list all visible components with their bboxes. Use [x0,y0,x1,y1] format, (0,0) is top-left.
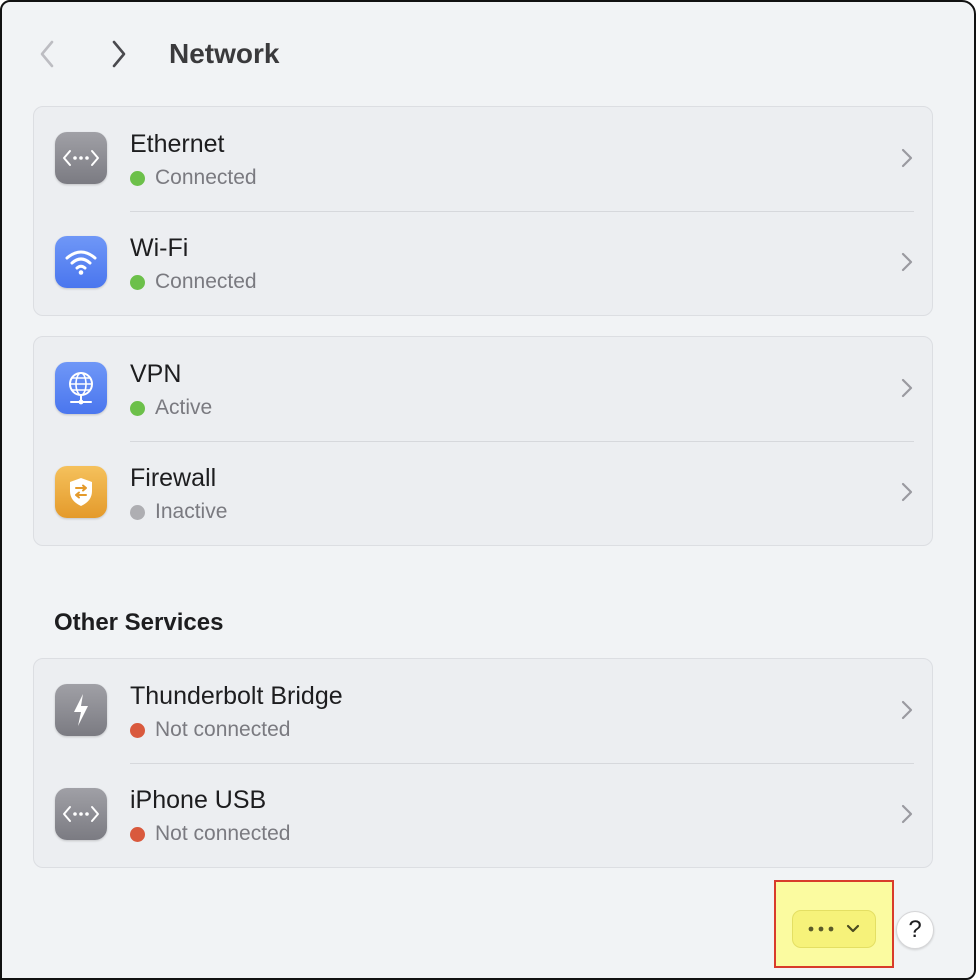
status-dot [130,722,145,738]
more-actions-button[interactable] [792,910,876,948]
page-title: Network [169,38,280,69]
status-label: Connected [155,270,257,293]
network-settings-window: Network Ethernet Connected Wi-Fi Connect… [0,0,976,980]
service-title: Ethernet [130,130,225,158]
back-button[interactable] [32,36,62,72]
toolbar: Network [2,2,974,102]
forward-button[interactable] [104,36,134,72]
service-status: Not connected [130,717,290,743]
chevron-right-icon [901,804,913,824]
status-label: Not connected [155,718,291,741]
chevron-down-icon [846,924,860,933]
service-title: Wi-Fi [130,234,189,262]
chevron-left-icon [40,40,54,68]
service-row-thunderbolt-bridge[interactable]: Thunderbolt Bridge Not connected [34,659,932,763]
chevron-right-icon [901,252,913,272]
service-status: Connected [130,269,257,295]
status-dot [130,170,145,186]
chevron-right-icon [901,482,913,502]
chevron-right-icon [112,40,126,68]
vpn-globe-icon [55,362,107,414]
connections-group: Ethernet Connected Wi-Fi Connected [33,106,933,316]
chevron-right-icon [901,700,913,720]
status-label: Active [155,396,213,419]
help-button[interactable]: ? [896,911,934,949]
status-dot [130,826,145,842]
chevron-right-icon [901,148,913,168]
service-status: Inactive [130,499,227,525]
other-services-group: Thunderbolt Bridge Not connected iPhone … [33,658,933,868]
section-title-other-services: Other Services [54,609,224,636]
thunderbolt-icon [55,684,107,736]
service-title: VPN [130,360,182,388]
service-status: Not connected [130,821,290,847]
service-row-ethernet[interactable]: Ethernet Connected [34,107,932,211]
ethernet-icon [55,132,107,184]
wifi-icon [55,236,107,288]
service-status: Connected [130,165,257,191]
status-dot [130,504,145,520]
service-row-vpn[interactable]: VPN Active [34,337,932,441]
status-label: Connected [155,166,257,189]
status-dot [130,400,145,416]
ethernet-icon [55,788,107,840]
chevron-right-icon [901,378,913,398]
status-dot [130,274,145,290]
status-label: Not connected [155,822,291,845]
security-group: VPN Active Firewall Inactive [33,336,933,546]
service-row-firewall[interactable]: Firewall Inactive [34,441,932,545]
status-label: Inactive [155,500,228,523]
service-title: Thunderbolt Bridge [130,682,343,710]
service-title: Firewall [130,464,217,492]
ellipsis-icon [808,926,834,932]
service-title: iPhone USB [130,786,267,814]
service-row-iphone-usb[interactable]: iPhone USB Not connected [34,763,932,867]
service-row-wifi[interactable]: Wi-Fi Connected [34,211,932,315]
service-status: Active [130,395,212,421]
firewall-shield-icon [55,466,107,518]
